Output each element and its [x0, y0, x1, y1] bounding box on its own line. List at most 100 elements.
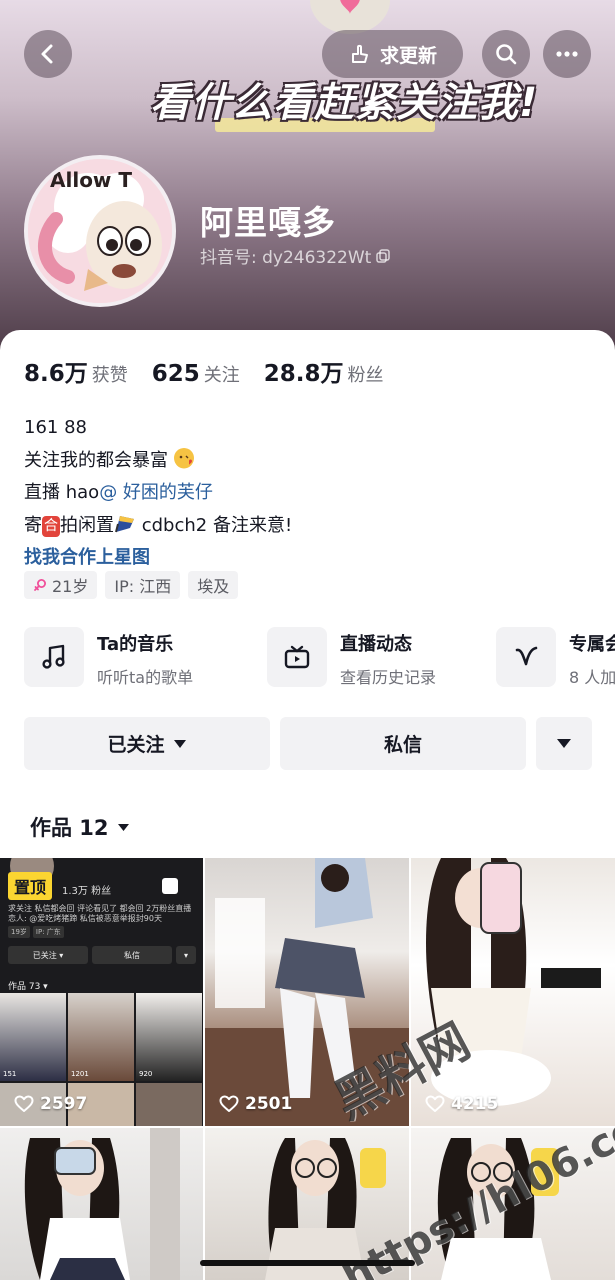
mini-thumb: 1201: [68, 993, 134, 1081]
stat-followers[interactable]: 28.8万 粉丝: [264, 354, 384, 388]
tv-icon: [284, 645, 310, 669]
message-button[interactable]: 私信: [280, 717, 526, 770]
bio-text: 拍闲置: [60, 514, 114, 536]
mini-bio-line: 求关注 私信都会回 评论看见了 都会回 2万粉丝直播: [8, 904, 192, 913]
ip-tag: IP: 江西: [105, 571, 181, 599]
bio-text: 直播 hao: [24, 482, 100, 503]
video-thumbnail[interactable]: 1.3万 粉丝 求关注 私信都会回 评论看见了 都会回 2万粉丝直播 恋人: @…: [0, 858, 203, 1126]
service-live[interactable]: 直播动态 查看历史记录: [267, 627, 436, 688]
more-actions-button[interactable]: [536, 717, 592, 770]
mini-message-button: 私信: [92, 946, 172, 964]
stat-followers-label: 粉丝: [347, 365, 384, 386]
works-grid: 1.3万 粉丝 求关注 私信都会回 评论看见了 都会回 2万粉丝直播 恋人: @…: [0, 858, 615, 1280]
service-subtitle: 查看历史记录: [340, 668, 437, 687]
request-update-button[interactable]: 求更新: [322, 30, 463, 78]
search-icon: [496, 44, 517, 65]
mini-thumb: [136, 1083, 202, 1126]
service-exclusive[interactable]: 专属会 8 人加: [496, 627, 615, 688]
mini-buttons: 已关注 ▾ 私信 ▾: [8, 946, 196, 964]
service-icon-box: [496, 627, 556, 687]
service-subtitle: 听听ta的歌单: [97, 668, 194, 687]
bio-text: 寄: [24, 514, 42, 536]
mini-stats: 1.3万 粉丝: [62, 886, 112, 897]
mini-bio: 求关注 私信都会回 评论看见了 都会回 2万粉丝直播 恋人: @爱吃烤猪蹄 私信…: [8, 904, 191, 924]
stat-following-label: 关注: [203, 365, 240, 386]
music-note-icon: [42, 644, 65, 669]
mini-follow-button: 已关注 ▾: [8, 946, 88, 964]
bio-text: 关注我的都会暴富: [24, 449, 168, 471]
search-button[interactable]: [482, 30, 530, 78]
stat-likes[interactable]: 8.6万 获赞: [24, 354, 128, 388]
back-button[interactable]: [24, 30, 72, 78]
location-tag: 埃及: [188, 571, 239, 599]
chevron-left-icon: [41, 44, 53, 64]
caret-down-icon: [117, 823, 129, 831]
thumbnail-image: [426, 858, 601, 1106]
request-update-label: 求更新: [379, 44, 437, 67]
mini-thumb: 151: [0, 993, 66, 1081]
like-count: 2597: [14, 1094, 87, 1114]
pinned-badge: 置顶: [8, 872, 53, 900]
caret-down-icon: [173, 739, 186, 748]
stat-following[interactable]: 625 关注: [152, 361, 240, 387]
mini-works-tab: 作品 73 ▾: [8, 982, 48, 992]
douyin-id[interactable]: 抖音号: dy246322Wt: [200, 243, 391, 268]
more-options-button[interactable]: [543, 30, 591, 78]
like-count-text: 4215: [451, 1094, 499, 1114]
service-title: 专属会: [569, 634, 615, 655]
avatar-image: Allow T: [28, 159, 172, 303]
heart-icon: [425, 1095, 445, 1112]
action-row: 已关注 私信: [24, 717, 592, 770]
age-tag: 21岁: [24, 571, 98, 599]
video-thumbnail[interactable]: [0, 1128, 203, 1280]
thumbnail-image: [24, 1128, 180, 1280]
stat-likes-value: 8.6万: [24, 361, 88, 387]
kiss-emoji-icon: [173, 447, 194, 468]
star-map-link[interactable]: 找我合作上星图: [24, 542, 292, 575]
works-tab-label: 作品 12: [30, 816, 109, 840]
bio-mention-link[interactable]: @ 好困的芙仔: [99, 482, 213, 503]
mini-tag: IP: 广东: [32, 926, 64, 938]
service-icon-box: [24, 627, 84, 687]
more-dots-icon: [556, 51, 578, 57]
stat-following-value: 625: [151, 361, 200, 387]
home-indicator: [200, 1260, 415, 1266]
like-count-text: 2501: [245, 1094, 293, 1114]
stat-likes-label: 获赞: [91, 365, 128, 386]
bio-text: cdbch2 备注来意!: [136, 514, 293, 536]
followed-button[interactable]: 已关注: [24, 717, 270, 770]
mini-like-count: 1201: [71, 1070, 89, 1078]
like-count-text: 2597: [40, 1094, 88, 1114]
like-count: 4215: [425, 1094, 498, 1114]
caret-down-icon: [557, 739, 571, 748]
copy-icon[interactable]: [375, 248, 391, 264]
followed-label: 已关注: [107, 734, 165, 756]
heart-icon: [219, 1095, 239, 1112]
profile-tags: 21岁 IP: 江西 埃及: [24, 571, 239, 599]
avatar-text: Allow T: [50, 168, 132, 192]
douyin-id-text: 抖音号: dy246322Wt: [200, 248, 372, 268]
mini-tags: 19岁 IP: 广东: [8, 926, 64, 938]
service-subtitle: 8 人加: [569, 668, 615, 687]
he-emoji-icon: 合: [42, 515, 60, 537]
works-tab[interactable]: 作品 12: [30, 812, 130, 842]
profile-bio: 161 88 关注我的都会暴富 直播 hao@ 好困的芙仔 寄合拍闲置 cdbc…: [24, 412, 292, 575]
avatar[interactable]: Allow T: [24, 155, 176, 307]
mini-bio-line: 恋人: @爱吃烤猪蹄 私信被恶意举报封90天: [8, 914, 162, 923]
mini-like-count: 151: [3, 1070, 17, 1078]
flag-emoji-icon: [114, 513, 136, 533]
heart-icon: [14, 1095, 34, 1112]
female-gender-icon: [34, 579, 46, 591]
profile-stats: 8.6万 获赞 625 关注 28.8万 粉丝: [24, 354, 384, 388]
mini-thumb: 920: [136, 993, 202, 1081]
mini-tag: 19岁: [8, 926, 30, 938]
services-row: Ta的音乐 听听ta的歌单 直播动态 查看历史记录 专属会 8 人加: [24, 627, 615, 689]
service-title: 直播动态: [340, 634, 412, 655]
bio-line: 161 88: [24, 417, 87, 438]
service-icon-box: [267, 627, 327, 687]
video-thumbnail[interactable]: 4215: [411, 858, 615, 1126]
service-title: Ta的音乐: [97, 634, 174, 655]
mini-dropdown: ▾: [176, 946, 196, 964]
service-music[interactable]: Ta的音乐 听听ta的歌单: [24, 627, 193, 688]
v-badge-icon: [515, 646, 538, 666]
